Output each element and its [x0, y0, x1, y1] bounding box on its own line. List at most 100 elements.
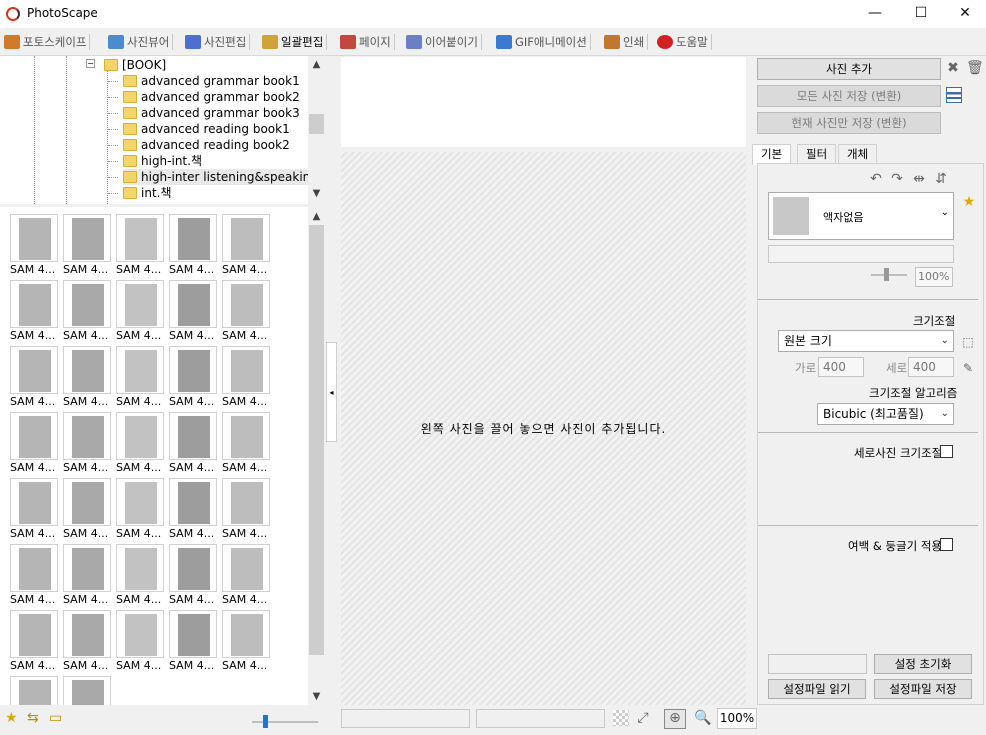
thumbnail-item[interactable]: SAM 4...: [222, 610, 274, 674]
save-all-button[interactable]: 모든 사진 저장 (변환): [757, 85, 941, 107]
panel-collapse-button[interactable]: ◂: [326, 342, 337, 442]
thumbnail-item[interactable]: SAM 4...: [222, 280, 274, 344]
tab-filter[interactable]: 필터: [797, 144, 837, 164]
thumbnail-item[interactable]: SAM 4...: [222, 412, 274, 476]
reset-settings-button[interactable]: 설정 초기화: [874, 654, 972, 674]
portrait-resize-checkbox[interactable]: [940, 445, 953, 458]
algorithm-select[interactable]: Bicubic (최고품질) ⌄: [817, 403, 954, 425]
tab-object[interactable]: 개체: [838, 144, 878, 164]
flip-horizontal-icon[interactable]: ⇹: [911, 171, 927, 187]
tab-combine[interactable]: 이어붙이기: [404, 32, 482, 53]
list-icon[interactable]: [946, 87, 962, 103]
save-settings-button[interactable]: 설정파일 저장: [874, 679, 972, 699]
scroll-up-icon[interactable]: ▲: [308, 59, 325, 70]
tree-scroll-thumb[interactable]: [309, 114, 324, 134]
transparency-icon[interactable]: [613, 710, 629, 726]
frame-zoom-field[interactable]: 100%: [915, 267, 953, 287]
tab-photoscape[interactable]: 포토스케이프: [2, 32, 91, 53]
thumbnail-item[interactable]: SAM 4...: [116, 610, 168, 674]
settings-name-field[interactable]: [768, 654, 867, 674]
thumbnail-item[interactable]: SAM 4...: [63, 214, 115, 278]
thumbnail-scrollbar[interactable]: ▲ ▼: [308, 207, 325, 705]
thumbnail-item[interactable]: SAM 4...: [116, 478, 168, 542]
thumbnail-item[interactable]: SAM 4...: [169, 544, 221, 608]
tree-item[interactable]: advanced grammar book1: [123, 73, 300, 89]
thumbnail-item[interactable]: SAM 4...: [10, 478, 62, 542]
margin-round-checkbox[interactable]: [940, 538, 953, 551]
crop-icon[interactable]: ⬚: [961, 334, 975, 350]
tab-batch-editor[interactable]: 일괄편집: [260, 32, 328, 53]
thumbnail-item[interactable]: SAM 4...: [169, 280, 221, 344]
thumbnail-scroll-thumb[interactable]: [309, 225, 324, 655]
thumbnail-item[interactable]: SAM 4...: [169, 610, 221, 674]
load-settings-button[interactable]: 설정파일 읽기: [768, 679, 866, 699]
resize-select[interactable]: 원본 크기 ⌄: [778, 330, 954, 352]
zoom-icon[interactable]: 🔍: [694, 710, 712, 726]
thumbnail-size-slider[interactable]: [252, 715, 318, 728]
star-icon[interactable]: ★: [961, 194, 977, 210]
pen-icon[interactable]: ✎: [961, 360, 975, 376]
thumbnail-item[interactable]: SAM 4...: [169, 412, 221, 476]
thumbnail-item[interactable]: SAM 4...: [10, 676, 62, 705]
tree-item[interactable]: advanced reading book1: [123, 121, 290, 137]
thumbnail-item[interactable]: SAM 4...: [116, 280, 168, 344]
actual-size-icon[interactable]: ⊕: [664, 709, 686, 729]
frame-option-field[interactable]: [768, 245, 954, 263]
open-folder-icon[interactable]: ▭: [49, 710, 62, 726]
tree-item-selected[interactable]: high-inter listening&speaking: [123, 169, 318, 185]
thumbnail-item[interactable]: SAM 4...: [63, 346, 115, 410]
tree-item[interactable]: high-int.책: [123, 153, 202, 169]
thumbnail-item[interactable]: SAM 4...: [10, 214, 62, 278]
thumbnail-item[interactable]: SAM 4...: [63, 610, 115, 674]
save-current-button[interactable]: 현재 사진만 저장 (변환): [757, 112, 941, 134]
thumbnail-item[interactable]: SAM 4...: [63, 280, 115, 344]
tab-basic[interactable]: 기본: [752, 144, 792, 165]
rotate-right-icon[interactable]: ↷: [889, 171, 905, 187]
thumbnail-item[interactable]: SAM 4...: [222, 346, 274, 410]
thumbnail-item[interactable]: SAM 4...: [222, 544, 274, 608]
thumbnail-item[interactable]: SAM 4...: [116, 346, 168, 410]
add-photo-button[interactable]: 사진 추가: [757, 58, 941, 80]
tree-item[interactable]: advanced reading book2: [123, 137, 290, 153]
fit-icon[interactable]: ⤢: [634, 710, 652, 726]
scroll-down-icon[interactable]: ▼: [308, 188, 325, 199]
thumbnail-item[interactable]: SAM 4...: [63, 676, 115, 705]
thumbnail-item[interactable]: SAM 4...: [222, 478, 274, 542]
thumbnail-item[interactable]: SAM 4...: [63, 544, 115, 608]
height-field[interactable]: 400: [908, 357, 954, 377]
thumbnail-item[interactable]: SAM 4...: [222, 214, 274, 278]
remove-icon[interactable]: ✖: [945, 60, 961, 76]
tab-gif[interactable]: GIF애니메이션: [494, 32, 591, 53]
thumbnail-item[interactable]: SAM 4...: [116, 214, 168, 278]
thumbnail-item[interactable]: SAM 4...: [63, 412, 115, 476]
flip-vertical-icon[interactable]: ⇵: [933, 171, 949, 187]
tree-item[interactable]: advanced grammar book3: [123, 105, 300, 121]
thumbnail-item[interactable]: SAM 4...: [116, 544, 168, 608]
tab-print[interactable]: 인쇄: [602, 32, 649, 53]
tab-editor[interactable]: 사진편집: [183, 32, 251, 53]
width-field[interactable]: 400: [818, 357, 864, 377]
tab-help[interactable]: 도움말: [655, 32, 712, 53]
trash-icon[interactable]: 🗑: [966, 60, 984, 76]
thumbnail-item[interactable]: SAM 4...: [10, 346, 62, 410]
minimize-button[interactable]: —: [852, 0, 898, 28]
tree-scrollbar[interactable]: ▲ ▼: [308, 56, 325, 204]
star-icon[interactable]: ★: [5, 710, 18, 726]
frame-zoom-slider[interactable]: [871, 268, 907, 281]
drop-canvas[interactable]: 왼쪽 사진을 끌어 놓으면 사진이 추가됩니다.: [341, 152, 746, 705]
collapse-node-icon[interactable]: −: [86, 59, 95, 68]
thumbnail-item[interactable]: SAM 4...: [116, 412, 168, 476]
thumbnail-item[interactable]: SAM 4...: [10, 610, 62, 674]
tab-page[interactable]: 페이지: [338, 32, 395, 53]
refresh-folder-icon[interactable]: ⇆: [27, 710, 39, 726]
close-button[interactable]: ✕: [942, 0, 986, 28]
maximize-button[interactable]: ☐: [898, 0, 944, 28]
thumbnail-item[interactable]: SAM 4...: [169, 346, 221, 410]
tree-item[interactable]: advanced grammar book2: [123, 89, 300, 105]
thumbnail-item[interactable]: SAM 4...: [169, 214, 221, 278]
tree-item[interactable]: int.책: [123, 185, 172, 201]
thumbnail-item[interactable]: SAM 4...: [169, 478, 221, 542]
thumbnail-item[interactable]: SAM 4...: [63, 478, 115, 542]
thumbnail-item[interactable]: SAM 4...: [10, 544, 62, 608]
scroll-down-icon[interactable]: ▼: [308, 691, 325, 702]
